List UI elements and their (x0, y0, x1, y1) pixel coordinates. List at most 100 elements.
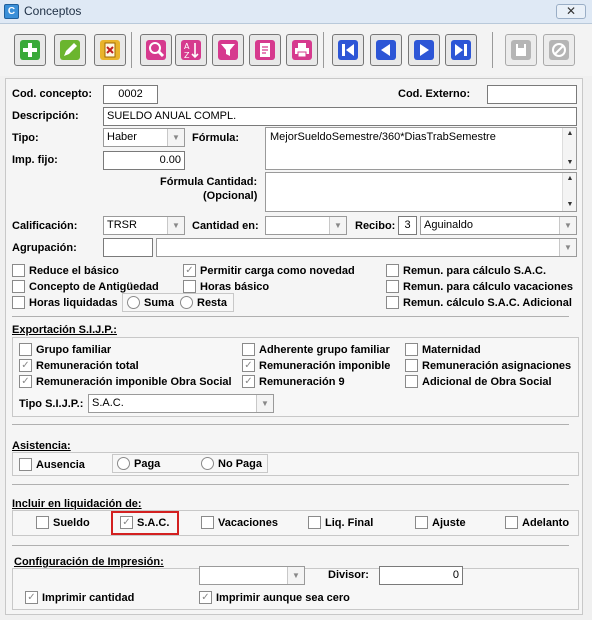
cancel-button[interactable] (543, 34, 575, 66)
agrupacion-select[interactable]: ▼ (156, 238, 577, 257)
liq-final-checkbox[interactable]: Liq. Final (308, 516, 373, 529)
edit-icon (60, 40, 80, 60)
scroll-down-icon[interactable]: ▼ (563, 157, 577, 169)
print-button[interactable] (286, 34, 318, 66)
save-button[interactable] (505, 34, 537, 66)
edit-button[interactable] (54, 34, 86, 66)
scroll-up-icon[interactable]: ▲ (563, 128, 577, 140)
resta-radio[interactable]: Resta (180, 296, 227, 309)
cantidad-en-select[interactable]: ▼ (265, 216, 347, 235)
filter-icon (218, 40, 238, 60)
remun-sac-adicional-label: Remun. cálculo S.A.C. Adicional (403, 296, 572, 309)
agrupacion-code-input[interactable] (103, 238, 153, 257)
adherente-checkbox[interactable]: Adherente grupo familiar (242, 343, 390, 356)
calificacion-label: Calificación: (12, 220, 78, 232)
checkbox-box (386, 264, 399, 277)
checkbox-box (386, 280, 399, 293)
formula-textarea[interactable]: MejorSueldoSemestre/360*DiasTrabSemestre… (265, 127, 577, 170)
previous-record-button[interactable] (370, 34, 402, 66)
search-icon (146, 40, 166, 60)
sueldo-checkbox[interactable]: Sueldo (36, 516, 90, 529)
remuneracion-obra-social-label: Remuneración imponible Obra Social (36, 375, 232, 388)
permitir-carga-checkbox[interactable]: ✓ Permitir carga como novedad (183, 264, 355, 277)
checkbox-box (12, 264, 25, 277)
adherente-label: Adherente grupo familiar (259, 343, 390, 356)
chevron-down-icon[interactable]: ▼ (559, 217, 576, 234)
imprimir-cantidad-checkbox[interactable]: ✓ Imprimir cantidad (25, 591, 134, 604)
sac-checkbox[interactable]: ✓ S.A.C. (120, 516, 169, 529)
first-record-button[interactable] (332, 34, 364, 66)
adelanto-checkbox[interactable]: Adelanto (505, 516, 569, 529)
toolbar-separator (492, 32, 493, 68)
next-record-button[interactable] (408, 34, 440, 66)
vacaciones-checkbox[interactable]: Vacaciones (201, 516, 278, 529)
recibo-select[interactable]: Aguinaldo ▼ (420, 216, 577, 235)
remuneracion-9-checkbox[interactable]: ✓ Remuneración 9 (242, 375, 345, 388)
imp-fijo-input[interactable]: 0.00 (103, 151, 185, 170)
formula-scrollbar[interactable]: ▲ ▼ (562, 128, 576, 169)
cod-concepto-input[interactable]: 0002 (103, 85, 158, 104)
scroll-up-icon[interactable]: ▲ (563, 173, 577, 185)
add-button[interactable] (14, 34, 46, 66)
remun-vacaciones-checkbox[interactable]: Remun. para cálculo vacaciones (386, 280, 573, 293)
ajuste-checkbox[interactable]: Ajuste (415, 516, 466, 529)
formula-cantidad-label: Fórmula Cantidad: (160, 176, 258, 188)
impresion-select[interactable]: ▼ (199, 566, 305, 585)
delete-button[interactable] (94, 34, 126, 66)
suma-radio[interactable]: Suma (127, 296, 174, 309)
chevron-down-icon[interactable]: ▼ (167, 217, 184, 234)
reduce-basico-checkbox[interactable]: Reduce el básico (12, 264, 119, 277)
tipo-sijp-select[interactable]: S.A.C. ▼ (88, 394, 274, 413)
cod-externo-input[interactable] (487, 85, 577, 104)
first-record-icon (338, 40, 358, 60)
descripcion-input[interactable]: SUELDO ANUAL COMPL. (103, 107, 577, 126)
divisor-input[interactable]: 0 (379, 566, 463, 585)
report-button[interactable] (249, 34, 281, 66)
formula-cantidad-textarea[interactable]: ▲ ▼ (265, 172, 577, 212)
checkbox-box (415, 516, 428, 529)
checkbox-box (19, 343, 32, 356)
remuneracion-total-checkbox[interactable]: ✓ Remuneración total (19, 359, 139, 372)
formula-label: Fórmula: (192, 132, 240, 144)
grupo-familiar-checkbox[interactable]: Grupo familiar (19, 343, 111, 356)
calificacion-select[interactable]: TRSR ▼ (103, 216, 185, 235)
reduce-basico-label: Reduce el básico (29, 264, 119, 277)
remun-sac-adicional-checkbox[interactable]: Remun. cálculo S.A.C. Adicional (386, 296, 572, 309)
remuneracion-asignaciones-checkbox[interactable]: Remuneración asignaciones (405, 359, 571, 372)
horas-basico-label: Horas básico (200, 280, 270, 293)
scroll-down-icon[interactable]: ▼ (563, 199, 577, 211)
checkbox-box (405, 343, 418, 356)
tipo-select[interactable]: Haber ▼ (103, 128, 185, 147)
formula-cantidad-scrollbar[interactable]: ▲ ▼ (562, 173, 576, 211)
chevron-down-icon[interactable]: ▼ (329, 217, 346, 234)
chevron-down-icon[interactable]: ▼ (559, 239, 576, 256)
recibo-number-input[interactable]: 3 (398, 216, 417, 235)
search-button[interactable] (140, 34, 172, 66)
last-record-icon (451, 40, 471, 60)
chevron-down-icon[interactable]: ▼ (287, 567, 304, 584)
sort-button[interactable]: AZ (175, 34, 207, 66)
horas-liquidadas-checkbox[interactable]: Horas liquidadas (12, 296, 118, 309)
filter-button[interactable] (212, 34, 244, 66)
no-paga-radio[interactable]: No Paga (201, 457, 262, 470)
chevron-down-icon[interactable]: ▼ (256, 395, 273, 412)
remuneracion-obra-social-checkbox[interactable]: ✓ Remuneración imponible Obra Social (19, 375, 232, 388)
calificacion-value: TRSR (107, 219, 137, 231)
suma-label: Suma (144, 296, 174, 309)
paga-radio[interactable]: Paga (117, 457, 160, 470)
ausencia-checkbox[interactable]: Ausencia (19, 458, 85, 471)
maternidad-checkbox[interactable]: Maternidad (405, 343, 481, 356)
horas-basico-checkbox[interactable]: Horas básico (183, 280, 269, 293)
imprimir-cero-checkbox[interactable]: ✓ Imprimir aunque sea cero (199, 591, 350, 604)
title-bar: C Conceptos ✕ (0, 0, 592, 24)
divider (12, 545, 569, 546)
last-record-button[interactable] (445, 34, 477, 66)
close-button[interactable]: ✕ (556, 4, 586, 19)
concepto-antiguedad-checkbox[interactable]: Concepto de Antigüedad (12, 280, 159, 293)
remuneracion-asignaciones-label: Remuneración asignaciones (422, 359, 572, 372)
chevron-down-icon[interactable]: ▼ (167, 129, 184, 146)
remuneracion-imponible-checkbox[interactable]: ✓ Remuneración imponible (242, 359, 390, 372)
adicional-obra-social-checkbox[interactable]: Adicional de Obra Social (405, 375, 552, 388)
remun-sac-checkbox[interactable]: Remun. para cálculo S.A.C. (386, 264, 546, 277)
report-icon (255, 40, 275, 60)
